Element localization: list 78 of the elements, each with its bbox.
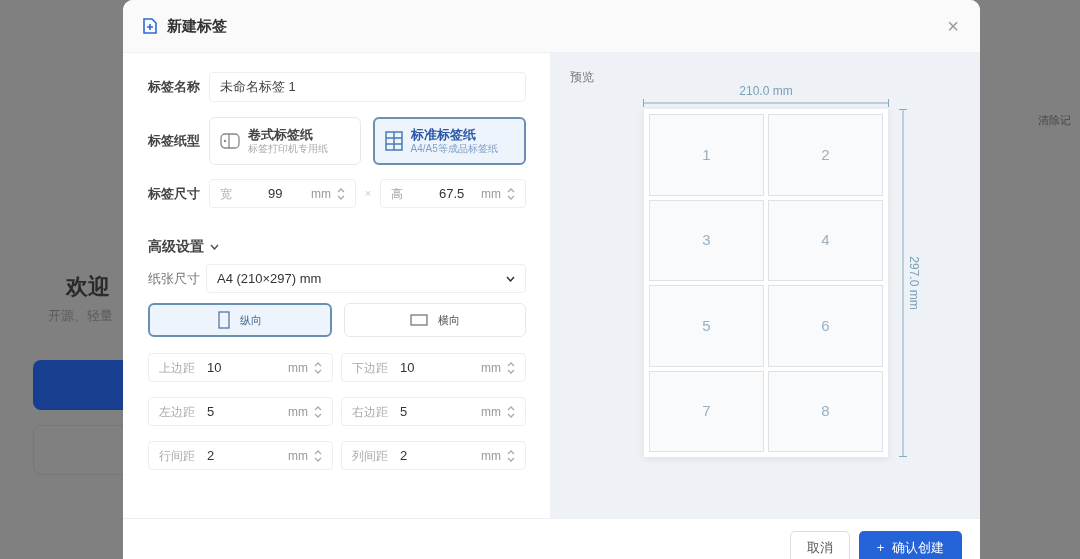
spinner-icon[interactable]: [507, 186, 515, 201]
name-input[interactable]: 未命名标签 1: [209, 72, 526, 102]
number-field[interactable]: 高 67.5 mm: [380, 179, 526, 208]
field-value: 5: [400, 402, 409, 421]
paper-type-option[interactable]: 标准标签纸 A4/A5等成品标签纸: [372, 117, 526, 165]
width-dimension: 210.0 mm: [739, 85, 793, 97]
field-label: 标签尺寸: [148, 184, 201, 203]
field-prefix: 上边距: [159, 359, 196, 377]
field-prefix: 下边距: [352, 359, 389, 377]
option-subtitle: 标签打印机专用纸: [248, 142, 328, 156]
number-field[interactable]: 左边距 5 mm: [148, 397, 333, 426]
field-value: 10: [207, 358, 223, 377]
field-prefix: 右边距: [352, 403, 389, 421]
field-value: 2: [400, 446, 409, 465]
chevron-icon: [506, 275, 515, 282]
unit-label: mm: [311, 185, 331, 203]
paper-size-select[interactable]: A4 (210×297) mm: [206, 264, 526, 293]
orientation-button[interactable]: 纵向: [148, 303, 332, 337]
dialog-title: 新建标签: [167, 15, 227, 36]
field-prefix: 高: [391, 185, 404, 203]
portrait-icon: [218, 311, 230, 329]
spinner-icon[interactable]: [507, 404, 515, 419]
unit-label: mm: [288, 359, 308, 377]
preview-label: 预览: [570, 69, 594, 86]
confirm-button[interactable]: + 确认创建: [859, 531, 962, 559]
field-label: 纸张尺寸: [148, 269, 201, 288]
spinner-icon[interactable]: [507, 448, 515, 463]
number-field[interactable]: 下边距 10 mm: [341, 353, 526, 382]
unit-label: mm: [481, 403, 501, 421]
field-label: 标签名称: [148, 78, 201, 97]
label-cell: 3: [649, 199, 764, 281]
number-field[interactable]: 列间距 2 mm: [341, 441, 526, 470]
field-value: 67.5: [439, 184, 466, 203]
option-title: 卷式标签纸: [248, 126, 314, 143]
advanced-settings-toggle[interactable]: 高级设置: [148, 236, 219, 257]
label-cell: 5: [649, 285, 764, 367]
cancel-button[interactable]: 取消: [790, 531, 850, 559]
unit-label: mm: [481, 359, 501, 377]
label-cell: 6: [768, 285, 883, 367]
label-cell: 2: [768, 114, 883, 196]
field-value: 2: [207, 446, 216, 465]
orientation-button[interactable]: 横向: [344, 303, 526, 337]
field-label: 标签纸型: [148, 132, 201, 151]
option-title: 标准标签纸: [410, 126, 477, 143]
select-value: A4 (210×297) mm: [217, 269, 323, 288]
spinner-icon[interactable]: [337, 186, 345, 201]
number-field[interactable]: 上边距 10 mm: [148, 353, 333, 382]
unit-label: mm: [481, 447, 501, 465]
field-value: 5: [207, 402, 216, 421]
spinner-icon[interactable]: [314, 448, 322, 463]
times-sign: ×: [363, 186, 373, 202]
option-subtitle: A4/A5等成品标签纸: [410, 142, 498, 156]
landscape-icon: [410, 314, 428, 326]
number-field[interactable]: 宽 99 mm: [209, 179, 356, 208]
unit-label: mm: [288, 447, 308, 465]
label-cell: 1: [649, 114, 764, 196]
field-prefix: 左边距: [159, 403, 196, 421]
unit-label: mm: [481, 185, 501, 203]
field-prefix: 行间距: [159, 447, 196, 465]
spinner-icon[interactable]: [314, 360, 322, 375]
field-value: 10: [400, 358, 416, 377]
spinner-icon[interactable]: [507, 360, 515, 375]
roll-icon: [220, 132, 240, 150]
number-field[interactable]: 行间距 2 mm: [148, 441, 333, 470]
label-cell: 8: [768, 370, 883, 452]
height-dimension: 297.0 mm: [906, 256, 922, 310]
unit-label: mm: [288, 403, 308, 421]
number-field[interactable]: 右边距 5 mm: [341, 397, 526, 426]
label-cell: 4: [768, 199, 883, 281]
field-prefix: 宽: [220, 185, 233, 203]
page-heading: 欢迎: [66, 273, 110, 301]
paper-type-option[interactable]: 卷式标签纸 标签打印机专用纸: [209, 117, 361, 165]
field-prefix: 列间距: [352, 447, 389, 465]
new-document-icon: [143, 18, 157, 34]
spinner-icon[interactable]: [314, 404, 322, 419]
label-cell: 7: [649, 370, 764, 452]
field-value: 99: [268, 184, 284, 203]
sheet-grid-icon: [384, 131, 403, 151]
